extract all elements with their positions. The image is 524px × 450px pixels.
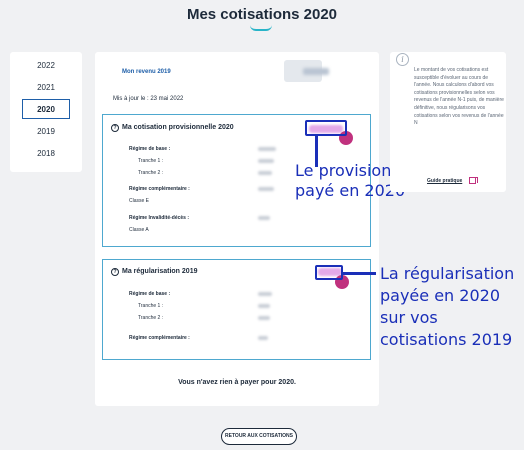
tranche1-label: Tranche 1 : bbox=[138, 303, 164, 309]
redacted-value bbox=[258, 187, 274, 191]
revenu-value-redacted bbox=[303, 68, 329, 75]
redacted-value bbox=[258, 316, 270, 320]
classe-e-label: Classe E bbox=[129, 198, 150, 204]
provisional-title: Ma cotisation provisionnelle 2020 bbox=[122, 124, 234, 131]
back-to-contributions-button[interactable]: RETOUR AUX COTISATIONS bbox=[221, 428, 297, 445]
info-text: Le montant de vos cotisations est suscep… bbox=[414, 67, 504, 127]
regime-compl-label: Régime complémentaire : bbox=[129, 186, 190, 192]
annotation-highlight-box bbox=[315, 265, 343, 280]
annotation-regul-line3: sur vos bbox=[380, 308, 438, 327]
redacted-value bbox=[258, 171, 272, 175]
redacted-value bbox=[258, 159, 274, 163]
year-item-2020[interactable]: 2020 bbox=[22, 99, 70, 119]
annotation-regul-line4: cotisations 2019 bbox=[380, 330, 513, 349]
last-updated: Mis à jour le : 23 mai 2022 bbox=[113, 96, 184, 102]
annotation-highlight-box bbox=[305, 120, 347, 136]
help-icon[interactable]: ? bbox=[111, 124, 119, 132]
tranche1-label: Tranche 1 : bbox=[138, 158, 164, 164]
year-item-2019[interactable]: 2019 bbox=[22, 122, 70, 142]
regime-base-label: Régime de base : bbox=[129, 146, 171, 152]
revenu-link[interactable]: Mon revenu 2019 bbox=[122, 69, 171, 75]
redacted-value bbox=[258, 292, 272, 296]
annotation-provisional-line2: payé en 2020 bbox=[295, 181, 406, 200]
title-underline-decoration bbox=[250, 25, 272, 31]
year-item-2022[interactable]: 2022 bbox=[22, 56, 70, 76]
annotation-regul-line2: payée en 2020 bbox=[380, 286, 500, 305]
redacted-value bbox=[258, 304, 270, 308]
redacted-value bbox=[258, 147, 276, 151]
page-title: Mes cotisations 2020 bbox=[186, 6, 338, 23]
regime-base-label: Régime de base : bbox=[129, 291, 171, 297]
year-selector: 2022 2021 2020 2019 2018 bbox=[10, 52, 82, 172]
regime-compl-label: Régime complémentaire : bbox=[129, 335, 190, 341]
year-item-2018[interactable]: 2018 bbox=[22, 144, 70, 164]
guide-link[interactable]: Guide pratique bbox=[427, 178, 462, 184]
nothing-to-pay-message: Vous n'avez rien à payer pour 2020. bbox=[178, 379, 296, 386]
year-item-2021[interactable]: 2021 bbox=[22, 78, 70, 98]
redacted-value bbox=[258, 336, 268, 340]
tranche2-label: Tranche 2 : bbox=[138, 170, 164, 176]
annotation-connector bbox=[343, 272, 376, 275]
annotation-regul-line1: La régularisation bbox=[380, 264, 515, 283]
tranche2-label: Tranche 2 : bbox=[138, 315, 164, 321]
regime-inval-label: Régime Invalidité-décès : bbox=[129, 215, 190, 221]
regularisation-title: Ma régularisation 2019 bbox=[122, 268, 198, 275]
external-link-icon[interactable] bbox=[469, 177, 478, 184]
redacted-value bbox=[258, 216, 270, 220]
classe-a-label: Classe A bbox=[129, 227, 149, 233]
help-icon[interactable]: ? bbox=[111, 268, 119, 276]
info-icon: i bbox=[396, 53, 409, 66]
